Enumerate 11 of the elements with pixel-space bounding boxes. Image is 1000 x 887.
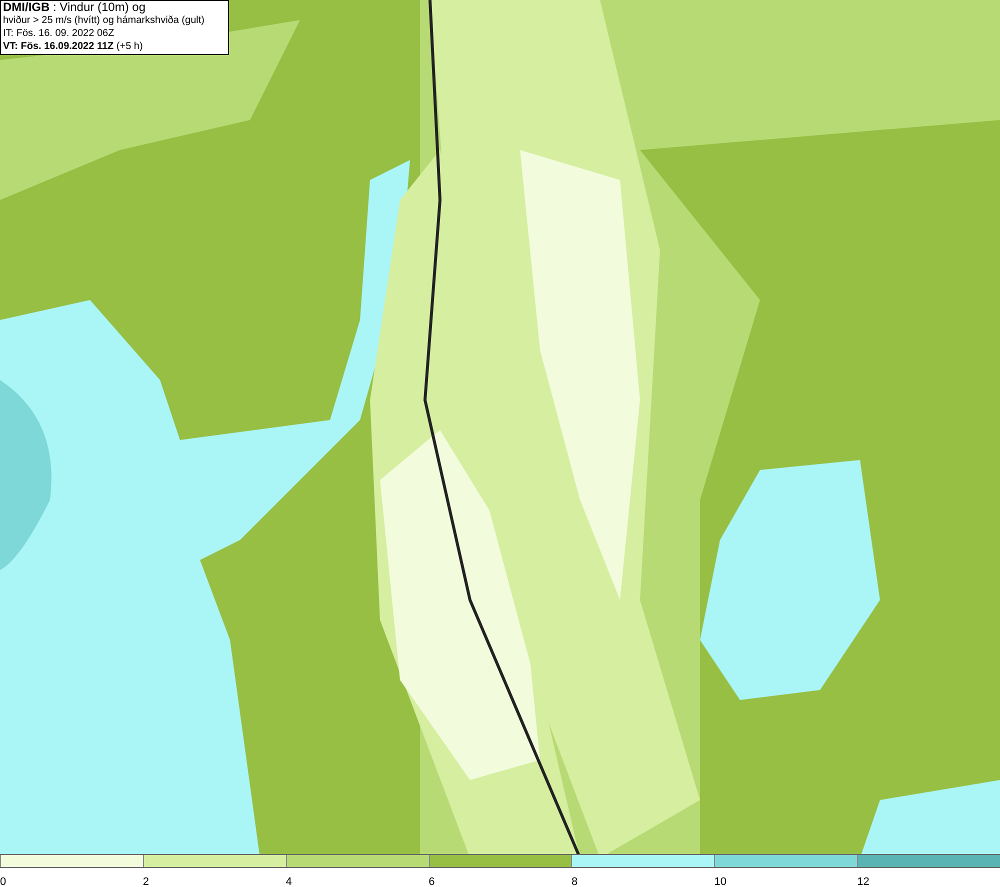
legend-label: 2	[142, 876, 149, 887]
legend-label: 6	[428, 876, 435, 887]
legend-label: 8	[571, 876, 578, 887]
legend-label: 0	[0, 876, 6, 887]
legend-label: 10	[714, 876, 727, 887]
legend-label: 12	[857, 876, 870, 887]
header-text: VT: Fös. 16.09.2022 11Z (+5 h)	[3, 40, 144, 53]
header-text: hviður > 25 m/s (hvítt) og hámarkshviða (gult)	[3, 14, 206, 27]
header-text: DMI/IGB : Vindur (10m) og	[3, 1, 146, 14]
legend-label: 4	[286, 876, 292, 887]
header-text: IT: Fös. 16. 09. 2022 06Z	[3, 27, 116, 40]
